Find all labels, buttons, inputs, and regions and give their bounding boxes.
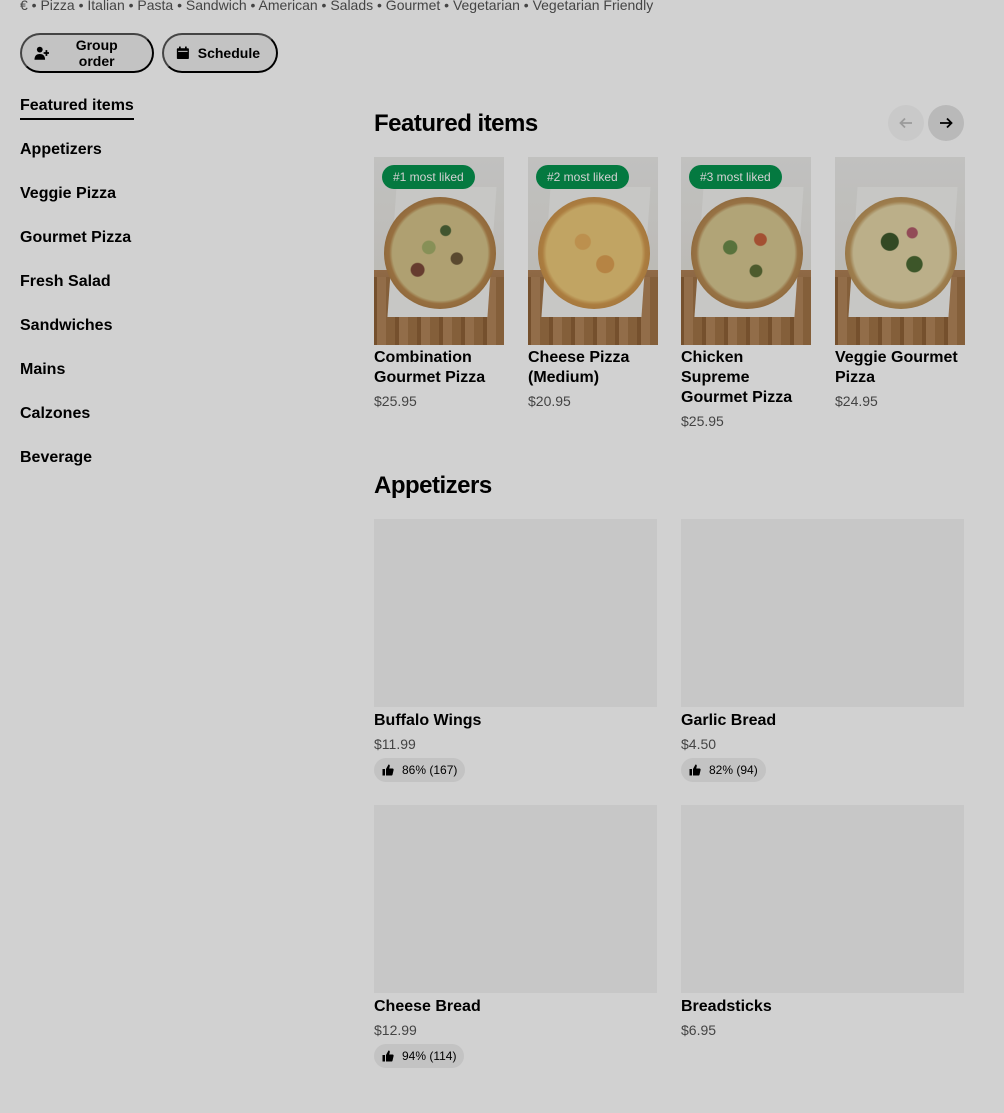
- item-price: $12.99: [374, 1022, 417, 1038]
- thumbs-up-icon: [689, 764, 701, 776]
- item-price: $11.99: [374, 736, 416, 752]
- item-name: Combination Gourmet Pizza: [374, 349, 486, 386]
- featured-item-card[interactable]: #2 most liked Cheese Pizza (Medium) $20.…: [528, 157, 658, 411]
- thumbs-up-icon: [382, 1050, 394, 1062]
- item-price: $6.95: [681, 1022, 717, 1038]
- rating-badge: 82% (94): [681, 758, 766, 782]
- arrow-left-icon: [899, 117, 912, 129]
- group-order-label: Group order: [75, 37, 118, 69]
- cuisine-tags: € • Pizza • Italian • Pasta • Sandwich •…: [20, 0, 654, 13]
- item-name: Veggie Gourmet Pizza: [835, 349, 958, 386]
- item-price: $24.95: [835, 393, 878, 409]
- menu-item-card[interactable]: Garlic Bread $4.50 82% (94): [681, 519, 964, 782]
- menu-item-card[interactable]: Buffalo Wings $11.99 86% (167): [374, 519, 657, 782]
- item-photo: #2 most liked: [528, 157, 658, 345]
- calendar-icon: [176, 46, 189, 60]
- featured-item-card[interactable]: Veggie Gourmet Pizza $24.95: [835, 157, 965, 411]
- rating-badge: 86% (167): [374, 758, 466, 782]
- item-photo-placeholder: [374, 805, 657, 993]
- featured-item-card[interactable]: #1 most liked Combination Gourmet Pizza …: [374, 157, 504, 411]
- most-liked-badge: #3 most liked: [689, 165, 782, 189]
- item-photo-placeholder: [681, 805, 964, 993]
- rating-badge: 94% (114): [374, 1044, 465, 1068]
- sidebar-item-calzones[interactable]: Calzones: [20, 404, 320, 448]
- item-photo-placeholder: [681, 519, 964, 707]
- item-photo: #1 most liked: [374, 157, 504, 345]
- sidebar-item-beverage[interactable]: Beverage: [20, 448, 320, 492]
- featured-item-card[interactable]: #3 most liked Chicken Supreme Gourmet Pi…: [681, 157, 811, 431]
- carousel-next-button[interactable]: [928, 105, 964, 141]
- add-person-icon: [34, 46, 50, 60]
- sidebar-item-appetizers[interactable]: Appetizers: [20, 140, 320, 184]
- item-name: Chicken Supreme Gourmet Pizza: [681, 349, 793, 406]
- item-photo: [835, 157, 965, 345]
- sidebar-item-featured-items[interactable]: Featured items: [20, 96, 320, 140]
- most-liked-badge: #2 most liked: [536, 165, 629, 189]
- rating-text: 82% (94): [709, 763, 758, 777]
- store-page: € • Pizza • Italian • Pasta • Sandwich •…: [0, 0, 1004, 1113]
- item-price: $20.95: [528, 393, 571, 409]
- item-name: Cheese Pizza (Medium): [528, 349, 630, 386]
- item-price: $25.95: [681, 413, 724, 429]
- item-name: Cheese Bread: [374, 998, 481, 1015]
- item-name: Breadsticks: [681, 998, 772, 1015]
- item-price: $4.50: [681, 736, 717, 752]
- menu-item-card[interactable]: Breadsticks $6.95: [681, 805, 964, 1040]
- schedule-label: Schedule: [197, 45, 260, 61]
- sidebar-item-gourmet-pizza[interactable]: Gourmet Pizza: [20, 228, 320, 272]
- item-price: $25.95: [374, 393, 417, 409]
- menu-item-card[interactable]: Cheese Bread $12.99 94% (114): [374, 805, 657, 1068]
- sidebar-item-veggie-pizza[interactable]: Veggie Pizza: [20, 184, 320, 228]
- item-name: Garlic Bread: [681, 712, 777, 729]
- rating-text: 86% (167): [402, 763, 458, 777]
- arrow-right-icon: [940, 117, 953, 129]
- rating-text: 94% (114): [402, 1049, 457, 1063]
- featured-items-heading: Featured items: [374, 110, 538, 137]
- schedule-button[interactable]: Schedule: [162, 33, 278, 73]
- appetizers-heading: Appetizers: [374, 472, 492, 499]
- most-liked-badge: #1 most liked: [382, 165, 475, 189]
- item-photo: #3 most liked: [681, 157, 811, 345]
- sidebar-item-sandwiches[interactable]: Sandwiches: [20, 316, 320, 360]
- category-sidebar: Featured items Appetizers Veggie Pizza G…: [20, 96, 320, 492]
- item-photo-placeholder: [374, 519, 657, 707]
- sidebar-item-fresh-salad[interactable]: Fresh Salad: [20, 272, 320, 316]
- sidebar-item-mains[interactable]: Mains: [20, 360, 320, 404]
- thumbs-up-icon: [382, 764, 394, 776]
- group-order-button[interactable]: Group order: [20, 33, 154, 73]
- item-name: Buffalo Wings: [374, 712, 482, 729]
- carousel-prev-button[interactable]: [888, 105, 924, 141]
